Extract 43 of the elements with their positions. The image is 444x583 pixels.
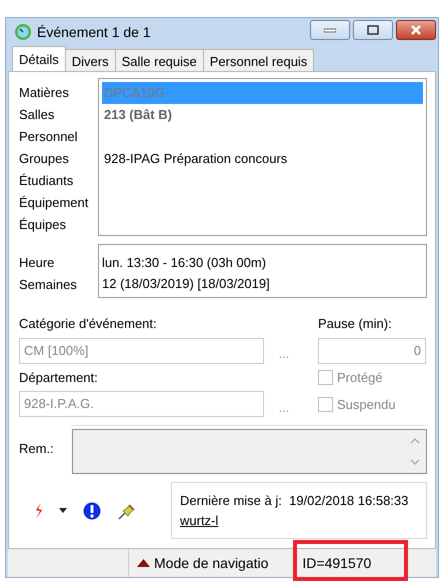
close-icon — [410, 25, 422, 35]
field-label: Étudiants — [19, 172, 74, 190]
field-label: Équipes — [19, 216, 67, 234]
minimize-icon — [324, 28, 336, 32]
field-label: Semaines — [19, 276, 78, 294]
maximize-icon — [367, 25, 379, 35]
tab[interactable]: Salle requise — [114, 49, 204, 71]
field-label: Salles — [19, 106, 56, 124]
close-button[interactable] — [396, 20, 436, 40]
user-link[interactable]: wurtz-l — [180, 512, 218, 528]
field-label: Matières — [19, 84, 70, 102]
tab[interactable]: Détails — [12, 46, 66, 71]
field-label: Pause (min): — [318, 315, 393, 333]
triangle-up-icon[interactable] — [137, 559, 150, 567]
checkbox-label: Suspendu — [337, 396, 396, 414]
category-field[interactable]: CM [100%] — [19, 338, 264, 364]
list-item[interactable]: 213 (Bât B) — [102, 104, 423, 126]
department-field[interactable]: 928-I.P.A.G. — [19, 391, 264, 417]
clock-icon — [14, 23, 32, 41]
field-label: Heure — [19, 254, 56, 272]
info-icon[interactable] — [83, 502, 101, 520]
caret-down-icon[interactable] — [59, 508, 67, 513]
list-item[interactable]: 928-IPAG Préparation concours — [102, 148, 423, 170]
field-label: Groupes — [19, 150, 70, 168]
field-label: Rem.: — [19, 441, 54, 456]
checkbox-label: Protégé — [337, 368, 383, 387]
pushpin-icon[interactable] — [117, 502, 137, 520]
field-label: Personnel — [19, 128, 79, 146]
maximize-button[interactable] — [353, 20, 393, 40]
id-text: ID=491570 — [302, 554, 372, 572]
last-update-text: Dernière mise à j: 19/02/2018 16:58:33 — [180, 492, 410, 510]
pause-field[interactable]: 0 — [318, 338, 426, 364]
field-label: Catégorie d'événement: — [19, 315, 158, 333]
window-title: Événement 1 de 1 — [37, 22, 151, 42]
field-label: Équipement — [19, 194, 90, 212]
minimize-button[interactable] — [310, 20, 350, 40]
field-label: Département: — [19, 368, 99, 387]
time-text: lun. 13:30 - 16:30 (03h 00m) — [102, 254, 268, 272]
time-text: 12 (18/03/2019) [18/03/2019] — [102, 275, 271, 293]
tab[interactable]: Divers — [64, 49, 116, 71]
tab[interactable]: Personnel requis — [202, 49, 314, 71]
navigation-mode-text[interactable]: Mode de navigatio — [154, 552, 268, 574]
lightning-icon[interactable] — [35, 502, 43, 518]
